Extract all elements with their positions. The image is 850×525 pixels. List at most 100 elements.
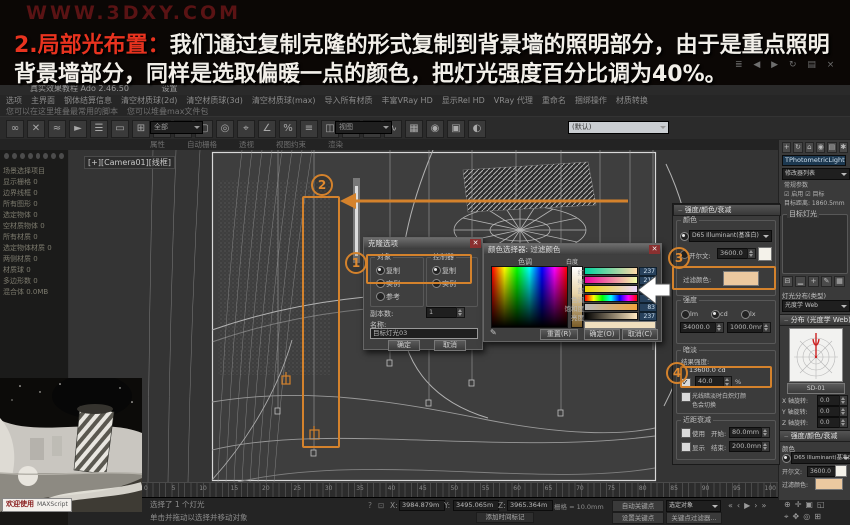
hue-slider[interactable] (584, 294, 638, 302)
kelvin-color-swatch[interactable] (758, 247, 772, 261)
menu-item[interactable]: VRay 代理 (494, 95, 533, 106)
kelvin-spinner[interactable] (747, 248, 756, 259)
play-icon[interactable]: ▶ (744, 501, 750, 510)
remove-modifier-icon[interactable]: ✎ (821, 276, 832, 287)
value-slider[interactable] (584, 312, 638, 320)
web-file-button[interactable]: SD-01 (787, 383, 845, 394)
red-slider[interactable] (584, 267, 638, 275)
rollout-intensity-header-2[interactable]: 强度/颜色/衰减 (779, 430, 850, 442)
subtoolbar-item[interactable]: 视图约束 (276, 139, 306, 150)
snap-toggle-icon[interactable]: ⌖ (237, 119, 255, 138)
key-filters-button[interactable]: 关键点过滤器... (666, 512, 722, 524)
menu-item[interactable]: 材质转换 (616, 95, 648, 106)
zoom-icon[interactable]: ⊕ (784, 500, 791, 509)
pan-icon[interactable]: ✥ (793, 512, 800, 522)
lx-distance-field[interactable]: 1000.0mm (727, 322, 766, 333)
stack-row[interactable]: 目标距离: 1860.5mm (782, 199, 848, 208)
schematic-view-icon[interactable]: ▦ (405, 119, 423, 138)
close-icon[interactable]: ✕ (470, 239, 481, 248)
value-value[interactable]: 237 (639, 312, 657, 321)
z-coord-field[interactable]: 3965.364m (507, 500, 553, 511)
selection-filter-combo[interactable]: 全部 (150, 121, 203, 134)
display-tab-icon[interactable]: ▤ (827, 142, 837, 153)
copies-spinner[interactable] (456, 307, 465, 318)
named-selection-combo[interactable]: (默认) (568, 121, 669, 134)
maxscript-mini-listener[interactable]: 欢迎使用 MAXScript (2, 498, 72, 512)
menu-item[interactable]: 清空材质球(2d) (121, 95, 177, 106)
red-value[interactable]: 237 (639, 267, 657, 276)
timeline-ruler[interactable]: 0 5 10 15 20 25 30 35 40 45 50 55 60 65 70 75 80 85 90 95 10… (140, 482, 780, 498)
go-end-icon[interactable]: » (761, 501, 766, 510)
blue-slider[interactable] (584, 285, 638, 293)
zoom-extents-icon[interactable]: ▣ (805, 500, 813, 509)
preset-radio[interactable] (680, 232, 689, 241)
green-slider[interactable] (584, 276, 638, 284)
z-rotation-spinner[interactable] (839, 417, 848, 428)
select-by-name-icon[interactable]: ☰ (90, 119, 108, 138)
panel-toolbar-icons[interactable] (0, 150, 68, 162)
green-value[interactable]: 212 (639, 276, 657, 285)
add-time-tag[interactable]: 添加时间标记 (476, 512, 534, 523)
lx-radio[interactable] (741, 310, 750, 319)
near-start-spinner[interactable] (761, 427, 770, 438)
ok-button[interactable]: 确定(O) (584, 329, 620, 340)
hierarchy-tab-icon[interactable]: ⌂ (804, 142, 814, 153)
blue-value[interactable]: 160 (639, 285, 657, 294)
kelvin-field-2[interactable]: 3600.0 (807, 466, 837, 477)
y-coord-field[interactable]: 3495.065m (453, 500, 499, 511)
incandescent-checkbox[interactable] (681, 392, 691, 402)
render-icon[interactable]: ◐ (468, 119, 486, 138)
modifier-stack[interactable]: 常规参数 ☑ 启用 ☑ 目标 目标距离: 1860.5mm (782, 181, 848, 208)
subtoolbar-item[interactable]: 透视 (239, 139, 254, 150)
render-setup-icon[interactable]: ▣ (447, 119, 465, 138)
saturation-slider[interactable] (584, 303, 638, 311)
object-name-field[interactable]: TPhotometricLight02 (782, 155, 846, 166)
motion-tab-icon[interactable]: ◉ (815, 142, 826, 153)
menu-item[interactable]: 重命名 (542, 95, 566, 106)
percent-snap-icon[interactable]: % (279, 119, 297, 138)
y-rotation-spinner[interactable] (839, 406, 848, 417)
subtoolbar-item[interactable]: 渲染 (328, 139, 343, 150)
kelvin-swatch-2[interactable] (835, 465, 847, 477)
hue-value[interactable]: 36 (639, 294, 657, 303)
near-show-checkbox[interactable] (681, 442, 691, 452)
modify-tab-icon[interactable]: ↻ (793, 142, 803, 153)
angle-snap-icon[interactable]: ∠ (258, 119, 276, 138)
prev-frame-icon[interactable]: ‹ (737, 501, 740, 510)
viewport-label[interactable]: [+][Camera01][线框] (84, 156, 176, 169)
object-reference-radio[interactable] (376, 292, 385, 301)
hue-saturation-field[interactable] (491, 266, 568, 328)
reference-coordsys-combo[interactable]: 视图 (335, 121, 392, 134)
near-end-spinner[interactable] (761, 441, 770, 452)
select-object-icon[interactable]: ► (69, 119, 87, 138)
preset-radio-2[interactable] (782, 454, 791, 463)
saturation-value[interactable]: 83 (639, 303, 657, 312)
make-unique-icon[interactable]: + (808, 276, 819, 287)
intensity-field[interactable]: 34000.0 (680, 322, 719, 333)
bind-spacewarp-icon[interactable]: ≈ (48, 119, 66, 138)
filter-swatch-2[interactable] (815, 478, 843, 490)
copies-field[interactable]: 1 (426, 307, 460, 318)
cancel-button[interactable]: 取消(C) (622, 329, 658, 340)
menu-item[interactable]: 导入所有材质 (325, 95, 373, 106)
pin-stack-icon[interactable]: ⊟ (782, 276, 793, 287)
modifier-list-dropdown[interactable]: 修改器列表 (782, 168, 850, 180)
menu-item[interactable]: 显示Rel HD (442, 95, 485, 106)
menu-item[interactable]: 捆绑操作 (575, 95, 607, 106)
color-preset-dropdown[interactable]: D65 Illuminant(基准白) (689, 230, 772, 242)
stack-row[interactable]: 常规参数 (782, 181, 848, 190)
rollout-distribution-header[interactable]: 分布 (光度学 Web) (779, 314, 850, 326)
near-use-checkbox[interactable] (681, 428, 691, 438)
stack-row[interactable]: ☑ 启用 ☑ 目标 (782, 190, 848, 199)
select-link-icon[interactable]: ∞ (6, 119, 24, 138)
lx-distance-spinner[interactable] (762, 322, 771, 333)
near-start-field[interactable]: 80.0mm (729, 427, 765, 438)
clone-dialog-titlebar[interactable]: 克隆选项 ✕ (364, 238, 482, 249)
cancel-button[interactable]: 取消 (434, 340, 466, 351)
cd-radio[interactable] (711, 310, 720, 319)
menu-item[interactable]: 选项 (6, 95, 22, 106)
color-dialog-titlebar[interactable]: 颜色选择器: 过滤颜色 ✕ (484, 244, 661, 255)
zoom-all-icon[interactable]: ✛ (795, 500, 802, 509)
next-frame-icon[interactable]: › (754, 501, 757, 510)
unlink-icon[interactable]: ✕ (27, 119, 45, 138)
